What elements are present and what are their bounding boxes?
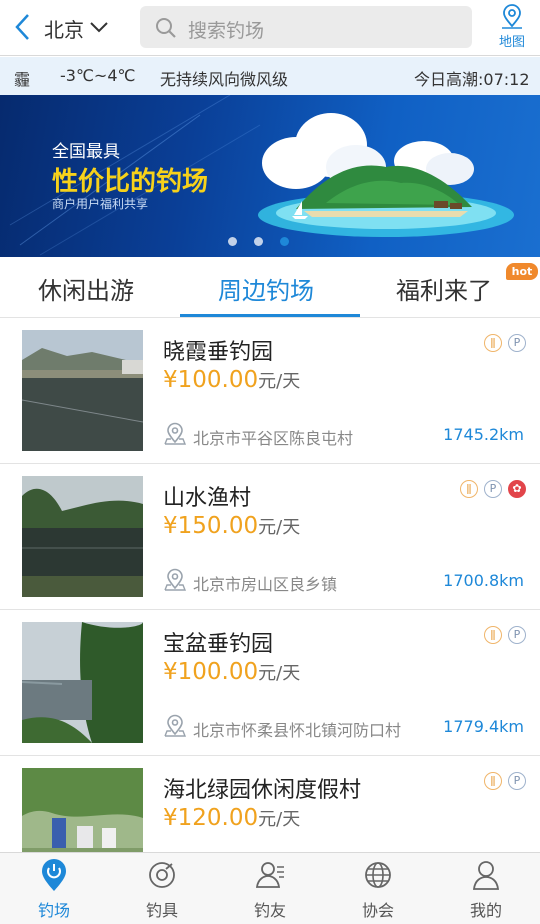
profile-icon [472, 861, 500, 890]
amenity-tags: ǁ P ✿ [460, 480, 526, 498]
spot-price: ¥150.00元/天 [163, 513, 301, 539]
gift-icon: ✿ [508, 480, 526, 498]
spot-photo [22, 330, 143, 451]
active-tab-underline [180, 314, 360, 317]
banner-line-3: 商户用户福利共享 [52, 197, 149, 211]
food-icon: ǁ [484, 626, 502, 644]
banner-line-1: 全国最具 [52, 142, 120, 162]
banner-headline: 性价比的钓场 [52, 167, 209, 197]
carousel-dot[interactable] [228, 237, 237, 246]
amenity-tags: ǁ P [484, 772, 526, 790]
nav-friends[interactable]: 钓友 [216, 853, 324, 924]
top-bar: 北京 搜索钓场 地图 [0, 0, 540, 56]
nav-label: 协会 [361, 901, 394, 920]
spot-name: 晓霞垂钓园 [163, 340, 274, 365]
spot-photo [22, 476, 143, 597]
tab-nearby-spots[interactable]: 周边钓场 [218, 271, 314, 306]
location-icon [164, 714, 187, 737]
category-tabs: 休闲出游 周边钓场 福利来了 [0, 257, 540, 318]
spot-address: 北京市平谷区陈良屯村 [193, 429, 354, 448]
tide-time: 今日高潮:07:12 [414, 70, 530, 89]
spot-name: 海北绿园休闲度假村 [163, 778, 362, 803]
bottom-navigation: 钓场 钓具 钓友 协会 我的 [0, 852, 540, 924]
location-icon [164, 568, 187, 591]
spot-distance: 1779.4km [443, 717, 524, 736]
carousel-indicator [226, 237, 296, 247]
list-item[interactable]: 宝盆垂钓园 ¥100.00元/天 北京市怀柔县怀北镇河防口村 1779.4km … [0, 610, 540, 756]
hot-badge: hot [506, 263, 538, 280]
weather-bar: 霾 -3℃~4℃ 无持续风向微风级 今日高潮:07:12 [0, 57, 540, 95]
spot-name: 宝盆垂钓园 [163, 632, 274, 657]
map-label: 地图 [498, 35, 525, 50]
spot-address: 北京市房山区良乡镇 [193, 575, 338, 594]
location-pin-icon [42, 859, 66, 891]
parking-icon: P [508, 334, 526, 352]
amenity-tags: ǁ P [484, 626, 526, 644]
food-icon: ǁ [460, 480, 478, 498]
nav-label: 钓具 [145, 901, 178, 920]
spot-price: ¥120.00元/天 [163, 805, 301, 831]
list-item[interactable]: 晓霞垂钓园 ¥100.00元/天 北京市平谷区陈良屯村 1745.2km ǁ P [0, 318, 540, 464]
friends-icon [255, 862, 284, 888]
food-icon: ǁ [484, 772, 502, 790]
food-icon: ǁ [484, 334, 502, 352]
carousel-dot-active[interactable] [280, 237, 289, 246]
island-illustration [258, 113, 514, 237]
nav-tackle[interactable]: 钓具 [108, 853, 216, 924]
spot-name: 山水渔村 [163, 486, 252, 511]
city-selector[interactable]: 北京 [44, 14, 84, 43]
spot-address: 北京市怀柔县怀北镇河防口村 [193, 721, 402, 740]
spot-distance: 1700.8km [443, 571, 524, 590]
parking-icon: P [508, 626, 526, 644]
weather-condition: 霾 [14, 70, 31, 89]
spot-photo [22, 622, 143, 743]
weather-temperature: -3℃~4℃ [60, 66, 136, 85]
weather-wind: 无持续风向微风级 [160, 70, 289, 89]
tab-leisure-travel[interactable]: 休闲出游 [38, 271, 134, 306]
chevron-down-icon[interactable] [88, 16, 110, 38]
amenity-tags: ǁ P [484, 334, 526, 352]
nav-profile[interactable]: 我的 [432, 853, 540, 924]
spot-distance: 1745.2km [443, 425, 524, 444]
promo-banner[interactable]: 全国最具 性价比的钓场 商户用户福利共享 [0, 95, 540, 257]
chevron-left-icon [15, 14, 29, 40]
nav-association[interactable]: 协会 [324, 853, 432, 924]
nav-label: 我的 [469, 901, 502, 920]
nav-label: 钓友 [253, 901, 286, 920]
search-icon [156, 18, 176, 38]
spot-price: ¥100.00元/天 [163, 659, 301, 685]
parking-icon: P [508, 772, 526, 790]
map-pin-icon [502, 4, 522, 29]
back-button[interactable] [8, 10, 36, 44]
search-input[interactable]: 搜索钓场 [140, 6, 472, 48]
tab-benefits[interactable]: 福利来了 [396, 271, 492, 306]
nav-label: 钓场 [37, 901, 70, 920]
carousel-dot[interactable] [254, 237, 263, 246]
parking-icon: P [484, 480, 502, 498]
search-placeholder: 搜索钓场 [188, 20, 265, 42]
list-item[interactable]: 山水渔村 ¥150.00元/天 北京市房山区良乡镇 1700.8km ǁ P ✿ [0, 464, 540, 610]
nav-fishing-spots[interactable]: 钓场 [0, 853, 108, 924]
map-button[interactable]: 地图 [492, 4, 532, 50]
location-icon [164, 422, 187, 445]
reel-icon [149, 862, 175, 888]
spot-price: ¥100.00元/天 [163, 367, 301, 393]
globe-icon [365, 862, 391, 888]
